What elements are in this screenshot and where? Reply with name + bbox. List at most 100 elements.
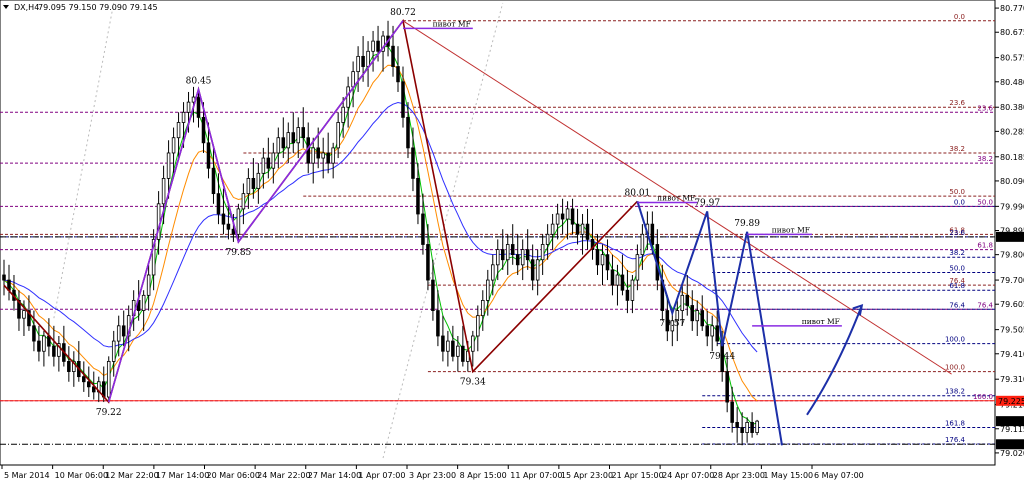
pivot-value-label: 80.01 — [625, 188, 651, 198]
pivot-mf-label: пивот MF — [657, 194, 695, 203]
candle-body — [371, 40, 375, 52]
candle-body — [520, 249, 525, 266]
candle-body — [361, 55, 365, 67]
time-tick-label: 1 May 15:00 — [763, 471, 813, 480]
fib-level-label: 161.8 — [945, 419, 965, 427]
candle-body — [750, 422, 754, 433]
candle-body — [535, 259, 540, 281]
candle-body — [540, 244, 545, 261]
time-tick-label: 5 Mar 2014 — [4, 471, 50, 480]
price-tick-label: 80.480 — [1000, 78, 1024, 87]
candle-body — [87, 381, 91, 388]
candle-body — [685, 294, 690, 306]
fib-level-label: 0.0 — [954, 13, 965, 21]
time-tick-label: 24 Apr 07:00 — [662, 471, 714, 480]
fib-level-label: 76.4 — [949, 301, 965, 309]
price-tick-label: 80.380 — [1000, 103, 1024, 112]
candle-body — [376, 40, 380, 52]
price-tick-label: 79.800 — [1000, 251, 1024, 260]
price-tick-label: 79.605 — [1000, 300, 1024, 309]
fib-level-label: 0.0 — [954, 198, 965, 206]
pivot-value-label: 79.34 — [460, 378, 486, 388]
chart-header: DX,H4 79.095 79.150 79.090 79.145 — [3, 3, 158, 12]
price-chart[interactable]: 0.0 23.6 23.6 38.2 38.2 50.0 0.0 50.0 61.8 23.6 61… — [0, 0, 1024, 482]
candle-body — [286, 132, 291, 149]
time-tick-label: 15 Apr 23:00 — [561, 471, 613, 480]
candle-body — [525, 249, 530, 261]
candle-body — [640, 233, 645, 256]
candle-body — [690, 305, 695, 322]
price-tag-label: 79.870 — [998, 233, 1024, 242]
price-tick-label: 79.700 — [1000, 276, 1024, 285]
candle-body — [67, 361, 71, 372]
pivot-mf-label: пивот MF — [433, 19, 471, 28]
candle-body — [505, 244, 510, 261]
time-tick-label: 6 May 07:00 — [814, 471, 864, 480]
price-tick-label: 79.020 — [1000, 449, 1024, 458]
candle-body — [605, 254, 610, 271]
candle-body — [211, 167, 216, 195]
candle-body — [316, 147, 320, 159]
symbol-label: DX,H4 — [14, 3, 39, 12]
candle-body — [401, 81, 405, 118]
price-tick-label: 80.770 — [1000, 4, 1024, 13]
candle-body — [555, 213, 560, 225]
pivot-mf-label: пивот MF — [802, 317, 840, 326]
candle-body — [236, 208, 241, 235]
candle-body — [700, 310, 705, 327]
candle-body — [216, 193, 221, 215]
pivot-mf-label: пивот MF — [772, 225, 810, 234]
candle-body — [560, 213, 565, 220]
fib-level-label: 23.6 — [977, 104, 993, 112]
candle-body — [266, 157, 271, 169]
price-tag-label: 79.225 — [998, 397, 1024, 406]
candle-body — [406, 116, 410, 149]
candle-body — [171, 137, 176, 154]
candle-body — [82, 376, 86, 383]
candle-body — [486, 279, 490, 301]
candle-body — [396, 66, 400, 83]
candle-body — [680, 294, 685, 311]
fib-level-label: 100.0 — [945, 336, 965, 344]
fib-level-label: 176.4 — [945, 436, 966, 444]
candle-body — [32, 325, 36, 342]
candle-body — [461, 345, 465, 362]
time-tick-label: 10 Mar 06:00 — [55, 471, 108, 480]
time-axis: 5 Mar 2014 10 Mar 06:0012 Mar 22:0017 Mar… — [1, 465, 864, 480]
price-tick-label: 79.410 — [1000, 350, 1024, 359]
candle-body — [181, 111, 186, 123]
price-tick-label: 80.285 — [1000, 127, 1024, 136]
candle-body — [471, 335, 475, 352]
candle-body — [351, 71, 355, 88]
pivot-value-label: 79.97 — [694, 198, 720, 208]
candle-body — [281, 137, 286, 149]
time-tick-label: 3 Apr 23:00 — [409, 471, 456, 480]
candle-body — [620, 274, 625, 291]
price-tick-label: 79.505 — [1000, 326, 1024, 335]
price-axis: 80.770 80.675 80.575 80.480 80.380 80.285 80.1… — [995, 4, 1024, 458]
fib-level-label: 50.0 — [949, 188, 965, 196]
candle-body — [2, 274, 6, 281]
candle-body — [600, 254, 605, 266]
candle-body — [755, 420, 759, 433]
candle-body — [196, 96, 201, 118]
candle-body — [426, 244, 430, 281]
candle-body — [336, 122, 340, 149]
candle-body — [22, 310, 26, 319]
candle-body — [206, 142, 211, 169]
candle-body — [271, 152, 276, 169]
candle-body — [251, 177, 256, 189]
candle-body — [276, 137, 281, 154]
ohlc-label: 79.095 79.150 79.090 79.145 — [38, 3, 158, 12]
candle-body — [146, 274, 151, 296]
candle-body — [161, 177, 166, 205]
price-tag-label: 79.145 — [998, 417, 1024, 426]
candle-body — [595, 249, 600, 266]
candle-body — [500, 249, 505, 261]
candle-body — [510, 244, 515, 256]
plot-area[interactable] — [0, 0, 996, 466]
time-tick-label: 17 Mar 14:00 — [156, 471, 209, 480]
time-tick-label: 20 Mar 06:00 — [207, 471, 260, 480]
candle-body — [121, 325, 126, 337]
price-tick-label: 79.990 — [1000, 202, 1024, 211]
